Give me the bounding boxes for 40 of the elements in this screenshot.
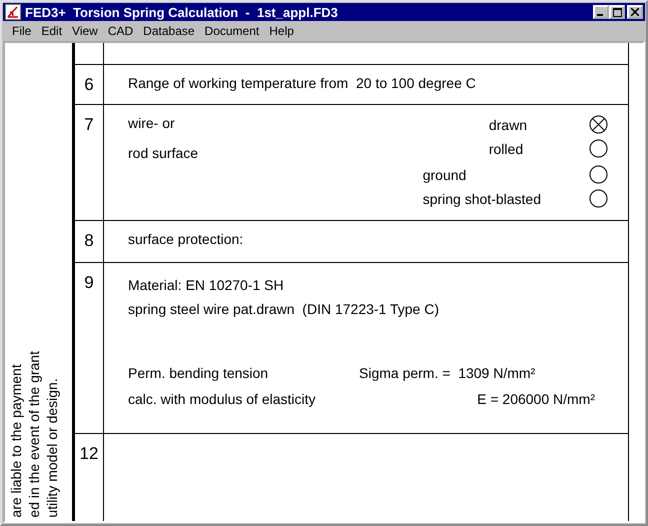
material-text: Material: EN 10270-1 SH (128, 276, 285, 295)
menu-item[interactable]: File (7, 24, 36, 38)
row-text: surface protection: (128, 231, 244, 247)
margin-note-line: utility model or design. (43, 378, 61, 518)
margin-note-line: ed in the event of the grant (25, 351, 43, 518)
property-value: E = 206000 N/mm² (477, 390, 595, 409)
crossed-radio-button[interactable] (589, 115, 608, 134)
row-number: 7 (84, 115, 94, 134)
material-text: spring steel wire pat.drawn (DIN 17223-1 Type C) (128, 300, 440, 319)
menu-item[interactable]: View (67, 24, 103, 38)
row-label: wire- or (128, 115, 175, 131)
option-label: ground (422, 166, 468, 182)
menu-item[interactable]: Document (200, 24, 264, 38)
property-value: Sigma perm. = 1309 N/mm² (359, 364, 536, 383)
radio-button[interactable] (589, 139, 608, 158)
minimize-button[interactable] (593, 5, 609, 19)
maximize-button[interactable] (609, 5, 625, 19)
margin-note-line: are liable to the payment (7, 363, 25, 518)
row-number: 6 (84, 75, 94, 94)
option-label: spring shot-blasted (422, 190, 541, 206)
row-number: 9 (84, 273, 94, 292)
close-button[interactable] (627, 5, 643, 19)
maximize-icon (612, 8, 622, 16)
menu-item[interactable]: CAD (102, 24, 138, 38)
option-label: drawn (488, 116, 527, 132)
row-number: 8 (84, 231, 94, 250)
menu-item[interactable]: Edit (36, 24, 68, 38)
window-title: FED3+ Torsion Spring Calculation - 1st_appl.FD3 (25, 4, 339, 20)
radio-button[interactable] (589, 165, 608, 184)
property-label: Perm. bending tension (128, 364, 270, 383)
option-label: rolled (488, 140, 524, 156)
row-number: 12 (80, 444, 98, 463)
row-label: rod surface (128, 145, 198, 161)
row-text: Range of working temperature from 20 to 100 degree C (128, 75, 476, 91)
menu-item[interactable]: Help (264, 24, 299, 38)
radio-button[interactable] (589, 189, 608, 208)
spring-icon (5, 4, 21, 20)
property-label: calc. with modulus of elasticity (128, 390, 317, 409)
menu-item[interactable]: Database (138, 24, 200, 38)
close-icon (631, 8, 639, 16)
